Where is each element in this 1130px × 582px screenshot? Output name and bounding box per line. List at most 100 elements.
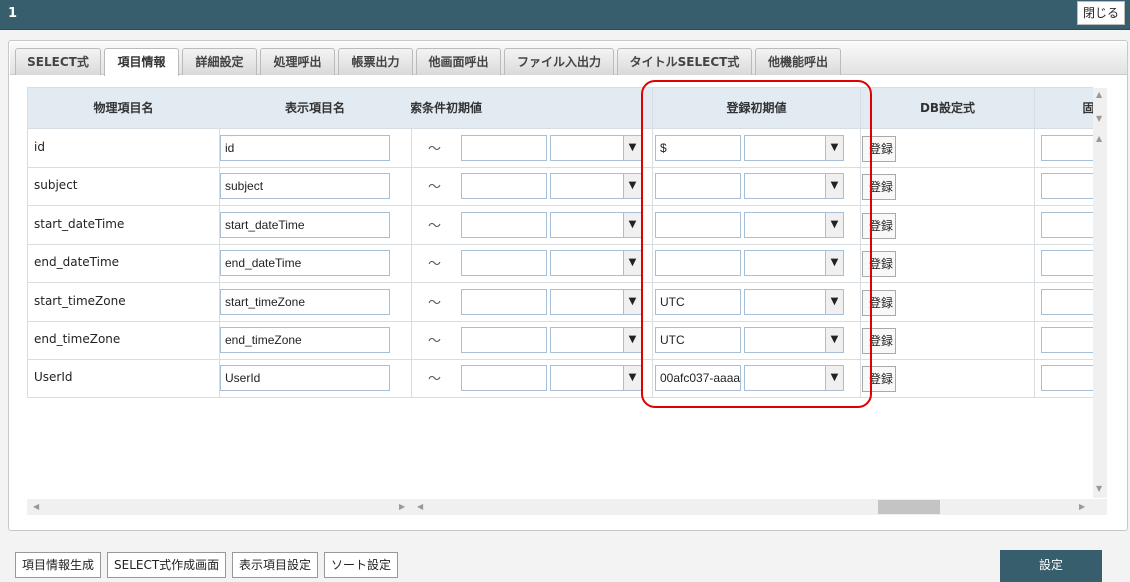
search-initial-select[interactable]: ▼	[550, 327, 642, 353]
tab-3[interactable]: 処理呼出	[260, 48, 335, 75]
display-name-input[interactable]: UserId	[220, 365, 390, 392]
search-initial-select[interactable]: ▼	[550, 365, 642, 392]
tab-6[interactable]: ファイル入出力	[504, 48, 614, 75]
close-button[interactable]: 閉じる	[1077, 1, 1125, 25]
tab-8[interactable]: 他機能呼出	[755, 48, 841, 75]
scroll-down-icon[interactable]: ▼	[1096, 484, 1102, 493]
search-initial-select[interactable]: ▼	[550, 211, 642, 238]
footer-button-3[interactable]: ソート設定	[324, 552, 399, 578]
footer-button-0[interactable]: 項目情報生成	[15, 552, 102, 578]
chevron-down-icon[interactable]: ▼	[825, 136, 843, 160]
display-name-input[interactable]: start_timeZone	[220, 288, 390, 315]
register-initial-input[interactable]: UTC	[655, 288, 741, 315]
scroll-right-icon[interactable]: ▶	[399, 502, 405, 511]
search-initial-input[interactable]	[461, 288, 547, 315]
search-initial-input[interactable]	[461, 250, 547, 277]
tab-7[interactable]: タイトルSELECT式	[617, 48, 752, 75]
tab-strip: SELECT式 項目情報 詳細設定 処理呼出 帳票出力 他画面呼出 ファイル入出力 タイトルS…	[10, 42, 1127, 76]
tab-1[interactable]: 項目情報	[104, 48, 179, 76]
scroll-thumb[interactable]	[878, 500, 940, 514]
chevron-down-icon[interactable]: ▼	[825, 212, 843, 237]
register-button[interactable]: 登録	[862, 328, 896, 354]
scroll-down-icon[interactable]: ▼	[1096, 114, 1102, 123]
display-name-input[interactable]: start_dateTime	[220, 211, 390, 238]
fixed-input[interactable]	[1041, 211, 1093, 238]
search-initial-select[interactable]: ▼	[550, 288, 642, 315]
register-initial-select[interactable]: ▼	[744, 135, 844, 161]
tab-0[interactable]: SELECT式	[15, 48, 101, 75]
search-initial-cell: 〜 ▼	[411, 282, 653, 322]
register-button[interactable]: 登録	[862, 251, 896, 278]
search-initial-input[interactable]	[461, 173, 547, 200]
chevron-down-icon[interactable]: ▼	[825, 366, 843, 391]
scroll-up-icon[interactable]: ▲	[1096, 90, 1102, 99]
chevron-down-icon[interactable]: ▼	[825, 251, 843, 276]
register-initial-select[interactable]: ▼	[744, 250, 844, 277]
display-name-cell: end_dateTime	[219, 244, 412, 284]
chevron-down-icon[interactable]: ▼	[825, 328, 843, 352]
chevron-down-icon[interactable]: ▼	[825, 174, 843, 199]
chevron-down-icon[interactable]: ▼	[623, 366, 641, 391]
fixed-input[interactable]	[1041, 173, 1093, 200]
register-initial-input[interactable]: $	[655, 135, 741, 161]
fixed-input[interactable]	[1041, 288, 1093, 315]
register-button[interactable]: 登録	[862, 366, 896, 393]
register-initial-input[interactable]	[655, 211, 741, 238]
horizontal-scrollbar-right[interactable]: ◀ ▶	[411, 499, 1107, 515]
register-initial-input[interactable]: 00afc037-aaaa	[655, 365, 741, 392]
register-initial-select[interactable]: ▼	[744, 211, 844, 238]
tab-2[interactable]: 詳細設定	[182, 48, 257, 75]
search-initial-select[interactable]: ▼	[550, 173, 642, 200]
register-button[interactable]: 登録	[862, 136, 896, 162]
tilde-label: 〜	[428, 180, 442, 196]
fixed-cell	[1035, 359, 1093, 399]
fixed-input[interactable]	[1041, 327, 1093, 353]
register-initial-input[interactable]	[655, 173, 741, 200]
register-button[interactable]: 登録	[862, 289, 896, 316]
search-initial-input[interactable]	[461, 365, 547, 392]
search-initial-cell: 〜 ▼	[411, 205, 653, 245]
tab-4[interactable]: 帳票出力	[338, 48, 413, 75]
search-initial-select[interactable]: ▼	[550, 250, 642, 277]
display-name-input[interactable]: end_dateTime	[220, 250, 390, 277]
register-button[interactable]: 登録	[862, 212, 896, 239]
scroll-left-icon[interactable]: ◀	[33, 502, 39, 511]
register-button[interactable]: 登録	[862, 174, 896, 201]
scroll-right-icon[interactable]: ▶	[1079, 502, 1085, 511]
chevron-down-icon[interactable]: ▼	[623, 174, 641, 199]
chevron-down-icon[interactable]: ▼	[623, 212, 641, 237]
fixed-input[interactable]	[1041, 365, 1093, 392]
register-initial-select[interactable]: ▼	[744, 365, 844, 392]
chevron-down-icon[interactable]: ▼	[825, 289, 843, 314]
search-initial-input[interactable]	[461, 211, 547, 238]
register-initial-select[interactable]: ▼	[744, 288, 844, 315]
chevron-down-icon[interactable]: ▼	[623, 328, 641, 352]
register-initial-input[interactable]: UTC	[655, 327, 741, 353]
register-initial-input[interactable]	[655, 250, 741, 277]
ok-button[interactable]: 設定	[1000, 550, 1102, 582]
search-initial-select[interactable]: ▼	[550, 135, 642, 161]
display-name-input[interactable]: end_timeZone	[220, 327, 390, 353]
register-initial-select[interactable]: ▼	[744, 327, 844, 353]
fixed-input[interactable]	[1041, 250, 1093, 277]
chevron-down-icon[interactable]: ▼	[623, 289, 641, 314]
footer-button-2[interactable]: 表示項目設定	[232, 552, 319, 578]
display-name-input[interactable]: id	[220, 135, 390, 161]
fixed-cell	[1035, 206, 1093, 245]
physical-name-cell: id	[27, 129, 220, 168]
vertical-scrollbar[interactable]: ▲ ▼ ▲ ▼	[1093, 88, 1107, 498]
fixed-cell	[1035, 321, 1093, 360]
chevron-down-icon[interactable]: ▼	[623, 251, 641, 276]
register-initial-select[interactable]: ▼	[744, 173, 844, 200]
physical-name-cell: subject	[27, 167, 220, 207]
horizontal-scrollbar-left[interactable]: ◀ ▶	[27, 499, 411, 515]
search-initial-input[interactable]	[461, 135, 547, 161]
tab-5[interactable]: 他画面呼出	[416, 48, 501, 75]
chevron-down-icon[interactable]: ▼	[623, 136, 641, 160]
footer-button-1[interactable]: SELECT式作成画面	[107, 552, 227, 578]
scroll-up-icon[interactable]: ▲	[1096, 134, 1102, 143]
search-initial-input[interactable]	[461, 327, 547, 353]
fixed-input[interactable]	[1041, 135, 1093, 161]
display-name-input[interactable]: subject	[220, 173, 390, 200]
scroll-left-icon[interactable]: ◀	[417, 502, 423, 511]
